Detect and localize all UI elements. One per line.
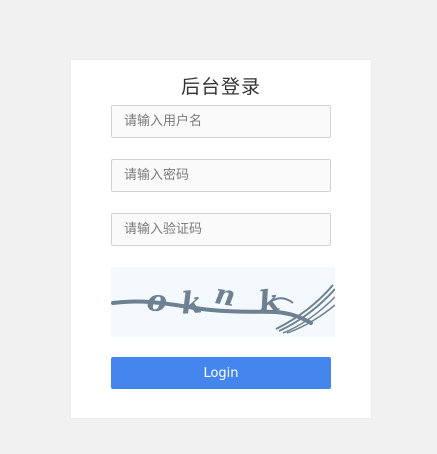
login-button[interactable]: Login [111,357,331,389]
captcha-graphic: o k n k [111,277,336,334]
password-input[interactable] [112,160,330,191]
captcha-char: k [257,283,282,321]
captcha-char: o [145,283,169,320]
login-card: 后台登录 o k n k Login [71,60,371,418]
captcha-char: k [180,285,203,321]
captcha-input[interactable] [112,214,330,245]
captcha-field[interactable] [111,213,331,246]
captcha-image[interactable]: o k n k [111,267,336,337]
page-title: 后台登录 [180,76,261,98]
username-field[interactable] [111,105,331,138]
captcha-char: n [212,277,238,313]
password-field[interactable] [111,159,331,192]
username-input[interactable] [112,106,330,137]
